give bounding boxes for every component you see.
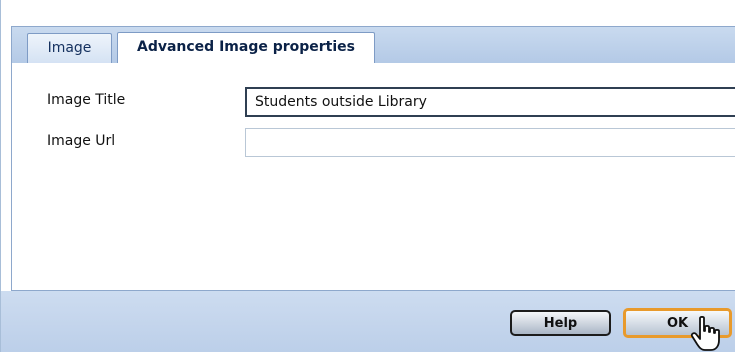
help-button[interactable]: Help	[510, 310, 611, 336]
hand-pointer-icon	[690, 316, 720, 351]
image-url-label: Image Url	[47, 133, 116, 149]
image-url-input[interactable]	[245, 128, 735, 157]
tab-strip: Image Advanced Image properties	[11, 26, 735, 66]
tab-advanced-image-properties[interactable]: Advanced Image properties	[117, 32, 375, 66]
image-title-label: Image Title	[47, 92, 126, 108]
tab-image[interactable]: Image	[27, 33, 112, 65]
image-properties-dialog: Image Advanced Image properties Image Ti…	[0, 0, 735, 352]
image-title-input[interactable]	[245, 87, 735, 117]
